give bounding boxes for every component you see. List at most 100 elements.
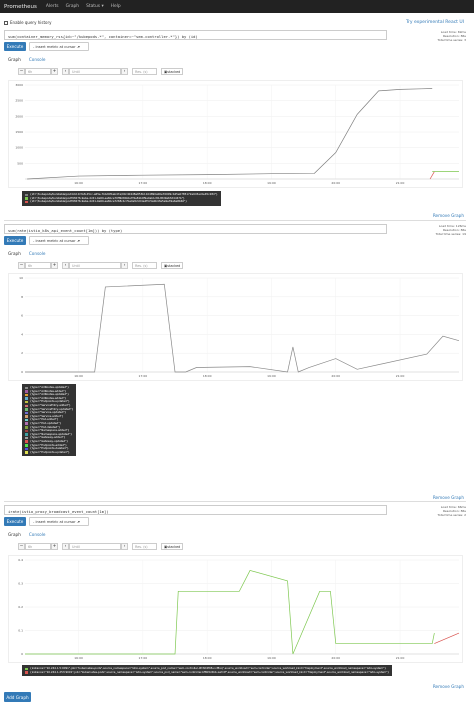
legend-swatch — [25, 386, 28, 390]
graph-canvas[interactable]: 3000 2500 2000 1500 1000 500 16:00 17:00 18:00 19… — [8, 80, 463, 188]
chevron-left-icon[interactable]: ‹ — [62, 543, 69, 550]
checkbox[interactable] — [4, 20, 8, 25]
query-stats: Load time: 69ms Resolution: 86s Total time… — [438, 30, 466, 42]
nav-alerts[interactable]: Alerts — [46, 4, 59, 9]
chevron-right-icon[interactable]: › — [121, 262, 128, 269]
x-tick-label: 17:00 — [139, 374, 148, 378]
remove-graph-link[interactable]: Remove Graph — [433, 213, 464, 218]
legend-swatch — [25, 400, 28, 404]
execute-button[interactable]: Execute — [4, 517, 26, 526]
legend-label: {type="Endpoints-updated"} — [30, 450, 70, 454]
x-tick-label: 16:00 — [74, 374, 83, 378]
graph-controls: −6h + ‹ Until › Res. (s) ▣ stacked — [18, 543, 184, 550]
legend-swatch — [25, 411, 28, 415]
x-tick-label: 20:00 — [331, 181, 340, 185]
add-graph-button[interactable]: Add Graph — [4, 692, 31, 702]
legend-swatch — [25, 408, 28, 411]
expression-input[interactable]: sum(rate(istio_k8s_api_event_count[1m]))… — [4, 224, 387, 234]
chevron-down-icon: ▾ — [78, 519, 80, 524]
stacked-toggle[interactable]: ▣ stacked — [161, 543, 184, 550]
insert-metric-select[interactable]: - insert metric at cursor - ▾ — [29, 236, 89, 245]
y-tick-label: 4 — [21, 332, 23, 336]
plus-icon[interactable]: + — [51, 543, 58, 550]
series-line — [25, 283, 460, 373]
view-tabs: Graph Console — [4, 249, 466, 257]
minus-icon[interactable]: − — [18, 543, 25, 550]
execute-button[interactable]: Execute — [4, 236, 26, 245]
legend-item[interactable]: {type="Endpoints-updated"} — [25, 451, 73, 455]
minus-icon[interactable]: − — [18, 68, 25, 75]
y-tick-label: 0 — [21, 370, 23, 374]
chevron-right-icon[interactable]: › — [121, 68, 128, 75]
insert-metric-select[interactable]: - insert metric at cursor - ▾ — [29, 517, 89, 526]
legend-swatch — [25, 671, 28, 674]
x-tick-label: 21:00 — [396, 374, 405, 378]
brand[interactable]: Prometheus — [4, 4, 37, 10]
insert-metric-select[interactable]: - insert metric at cursor - ▾ — [29, 42, 89, 51]
graph-canvas[interactable]: 10 8 6 4 2 0 16:00 17:00 18:00 19:00 20:00 21:00 — [8, 273, 463, 381]
series-line — [27, 88, 433, 180]
nav-graph[interactable]: Graph — [66, 4, 79, 9]
legend-swatch — [25, 200, 28, 204]
insert-metric-label: - insert metric at cursor - — [33, 44, 79, 49]
plus-icon[interactable]: + — [51, 262, 58, 269]
y-tick-label: 1000 — [15, 146, 23, 150]
y-tick-label: 0 — [21, 652, 23, 656]
tab-graph[interactable]: Graph — [4, 251, 25, 256]
legend-swatch — [25, 397, 28, 400]
graph-legend: {instance="10.244.1.5:9091",job="kuberne… — [22, 665, 393, 677]
graph-controls: −6h + ‹ Until › Res. (s) ▣ stacked — [18, 68, 184, 75]
tab-console[interactable]: Console — [25, 251, 50, 256]
stat-line: Total time series: 3 — [437, 38, 466, 42]
chevron-left-icon[interactable]: ‹ — [62, 262, 69, 269]
expression-input[interactable]: sum(container_memory_rss{id=~"/kubepods.… — [4, 30, 387, 40]
expression-input[interactable]: irate(istio_proxy_broadcast_event_count[… — [4, 505, 387, 515]
range-input[interactable]: 6h — [25, 543, 51, 550]
nav-status[interactable]: Status ▾ — [86, 4, 104, 9]
legend-item[interactable]: {id="/kubepods/burstable/podf93676-9ebe-… — [25, 200, 218, 204]
legend-swatch — [25, 390, 28, 393]
tab-console[interactable]: Console — [25, 532, 50, 537]
legend-swatch — [25, 429, 28, 433]
view-tabs: Graph Console — [4, 55, 466, 63]
range-input[interactable]: 6h — [25, 68, 51, 75]
stacked-toggle[interactable]: ▣ stacked — [161, 262, 184, 269]
graph-controls: −6h + ‹ Until › Res. (s) ▣ stacked — [18, 262, 184, 269]
x-tick-label: 17:00 — [139, 181, 148, 185]
legend-label: {id="/kubepods/burstable/podf93676-9ebe-… — [30, 200, 187, 204]
resolution-input[interactable]: Res. (s) — [132, 262, 157, 269]
legend-item[interactable]: {instance="10.244.1.253:9091",job="kuber… — [25, 671, 389, 675]
try-react-ui-link[interactable]: Try experimental React UI — [406, 20, 464, 25]
legend-swatch — [25, 197, 28, 200]
until-input[interactable]: Until — [69, 543, 121, 550]
tab-console[interactable]: Console — [25, 57, 50, 62]
x-tick-label: 17:00 — [139, 656, 148, 660]
range-input[interactable]: 6h — [25, 262, 51, 269]
x-tick-label: 19:00 — [267, 181, 276, 185]
execute-button[interactable]: Execute — [4, 42, 26, 51]
chevron-right-icon[interactable]: › — [121, 543, 128, 550]
y-tick-label: 500 — [17, 161, 23, 165]
y-tick-label: 2500 — [15, 99, 23, 103]
tab-graph[interactable]: Graph — [4, 532, 25, 537]
stat-line: Total time series: 2 — [437, 513, 466, 517]
remove-graph-link[interactable]: Remove Graph — [433, 684, 464, 689]
until-input[interactable]: Until — [69, 68, 121, 75]
tab-graph[interactable]: Graph — [4, 57, 25, 62]
stacked-toggle[interactable]: ▣ stacked — [161, 68, 184, 75]
query-stats: Load time: 66ms Resolution: 86s Total time… — [438, 505, 466, 517]
chevron-left-icon[interactable]: ‹ — [62, 68, 69, 75]
nav-help[interactable]: Help — [111, 4, 121, 9]
until-input[interactable]: Until — [69, 262, 121, 269]
query-stats: Load time: 126ms Resolution: 86s Total tim… — [436, 224, 466, 236]
remove-graph-link[interactable]: Remove Graph — [433, 495, 464, 500]
resolution-input[interactable]: Res. (s) — [132, 543, 157, 550]
graph-legend: {id="/kubepods/burstable/pod4cb11f-fe8-4… — [22, 191, 221, 206]
series-line — [429, 171, 435, 180]
y-tick-label: 0.3 — [18, 582, 23, 586]
resolution-input[interactable]: Res. (s) — [132, 68, 157, 75]
plus-icon[interactable]: + — [51, 68, 58, 75]
minus-icon[interactable]: − — [18, 262, 25, 269]
graph-canvas[interactable]: 0.4 0.3 0.2 0.1 0 16:00 17:00 18:00 19:00 20:00 21… — [8, 555, 463, 663]
query-history-toggle[interactable]: Enable query history — [4, 20, 51, 25]
